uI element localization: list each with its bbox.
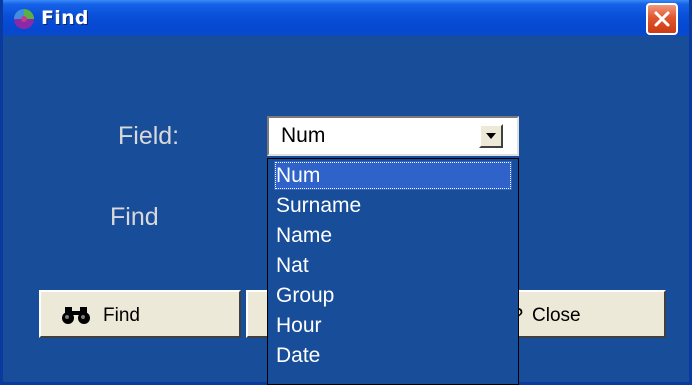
close-button[interactable]: ? Close bbox=[508, 290, 666, 338]
dropdown-option[interactable]: Nat bbox=[274, 251, 512, 280]
field-dropdown-list[interactable]: Num Surname Name Nat Group Hour Date bbox=[267, 158, 519, 385]
field-select-value: Num bbox=[281, 124, 326, 147]
dropdown-arrow-button[interactable] bbox=[479, 124, 503, 148]
close-button-label: Close bbox=[532, 305, 581, 326]
field-label: Field: bbox=[118, 122, 180, 150]
chevron-down-icon bbox=[486, 133, 496, 139]
dropdown-option[interactable]: Date bbox=[274, 341, 512, 370]
binoculars-icon bbox=[62, 307, 90, 324]
field-select[interactable]: Num bbox=[267, 116, 519, 156]
close-icon bbox=[654, 11, 670, 27]
window-title: Find bbox=[41, 7, 89, 29]
app-icon bbox=[14, 9, 34, 29]
close-window-button[interactable] bbox=[646, 3, 678, 35]
find-label: Find bbox=[110, 203, 159, 231]
find-button[interactable]: Find bbox=[39, 290, 241, 338]
dropdown-option[interactable]: Name bbox=[274, 221, 512, 250]
find-button-label: Find bbox=[103, 305, 140, 326]
dropdown-option[interactable]: Hour bbox=[274, 311, 512, 340]
dropdown-option[interactable]: Group bbox=[274, 281, 512, 310]
dropdown-option[interactable]: Surname bbox=[274, 191, 512, 220]
find-dialog: Find Field: Find Num Find Close Num Surn… bbox=[0, 0, 692, 385]
dropdown-option[interactable]: Num bbox=[274, 161, 512, 190]
title-bar[interactable]: Find bbox=[3, 0, 689, 36]
